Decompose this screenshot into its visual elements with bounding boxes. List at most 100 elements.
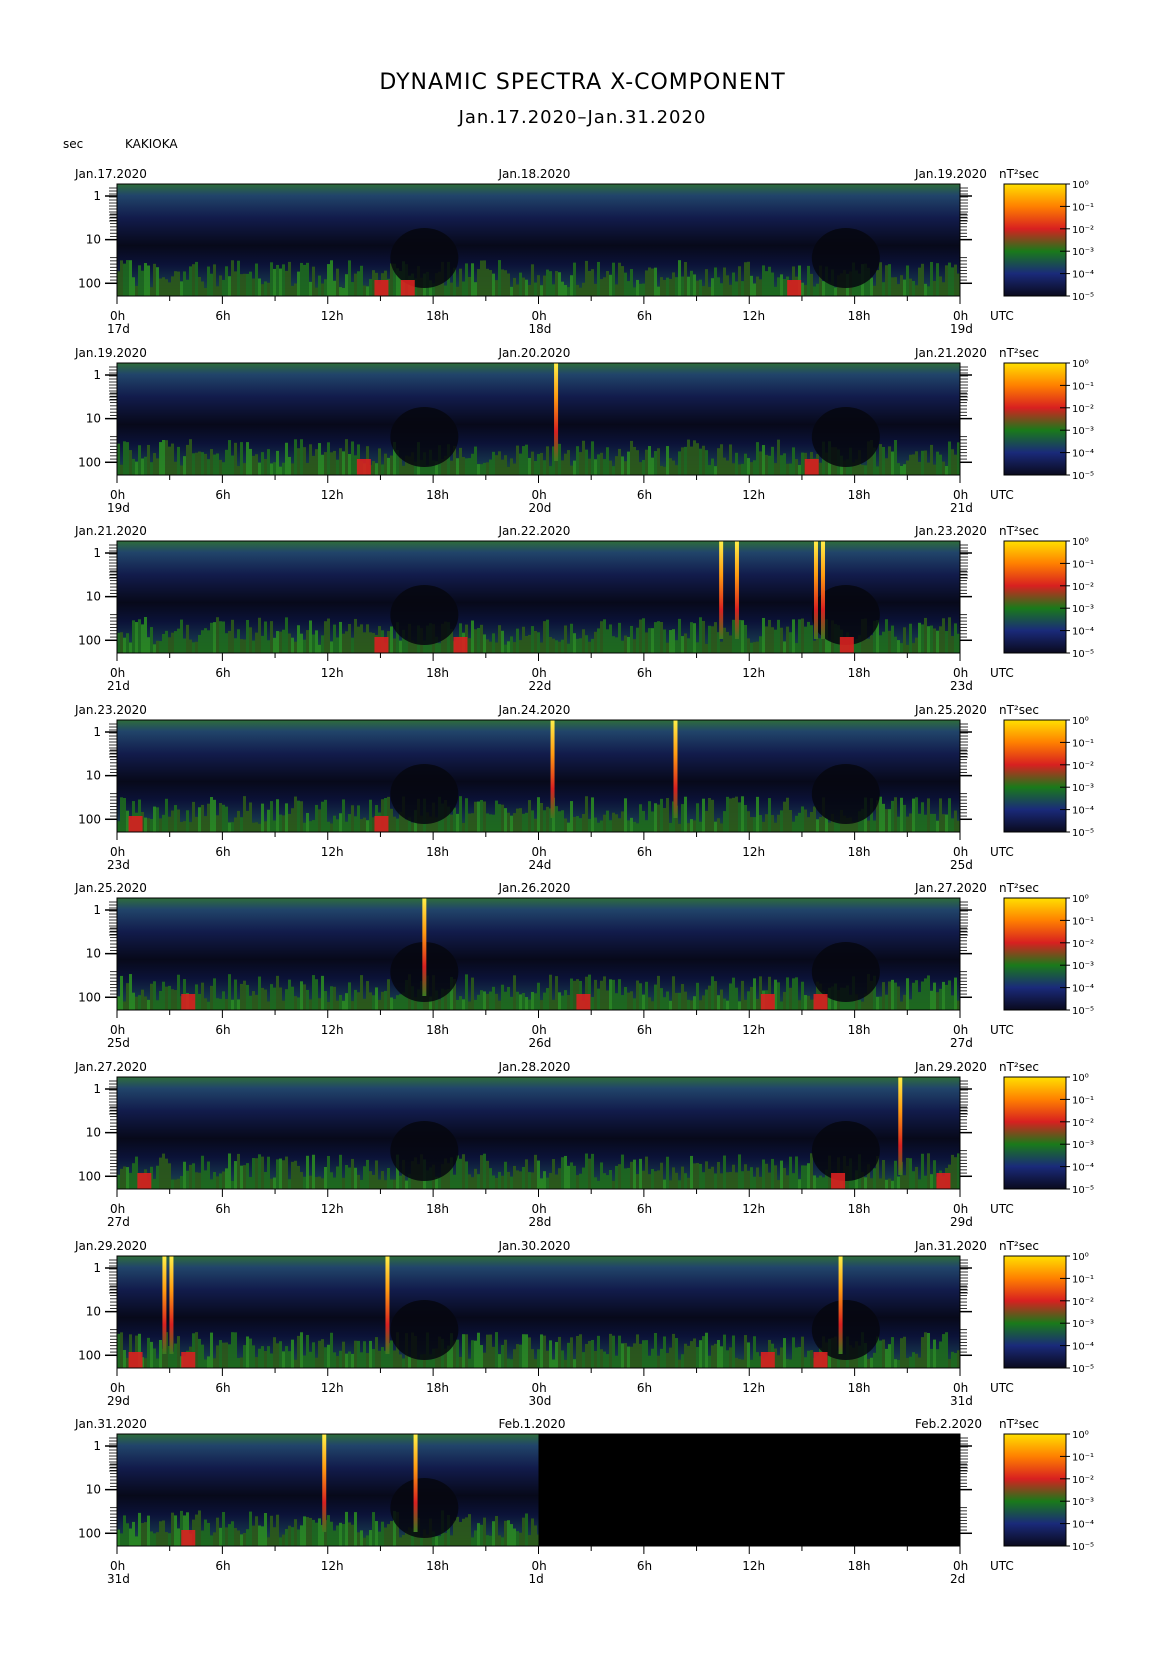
colorbar-tick-label: 10⁻⁴ [1072,627,1094,638]
panel-date-right: Jan.27.2020 [914,881,987,895]
panel-date-right: Jan.19.2020 [914,167,987,181]
x-tick-label: 0h [532,1202,547,1216]
red-burst [839,637,854,653]
red-burst [831,1173,846,1189]
x-tick-label: 18h [848,1559,871,1573]
x-tick-label: 12h [742,666,765,680]
colorbar-tick-label: 10⁻⁵ [1072,1364,1094,1375]
y-tick-label: 1 [93,368,101,382]
panel-date-mid: Jan.30.2020 [498,1239,571,1253]
day-label: 21d [950,501,973,515]
colorbar-tick-label: 10⁻⁵ [1072,649,1094,660]
x-tick-label: 18h [848,666,871,680]
colorbar-tick-label: 10⁰ [1072,180,1089,191]
red-burst [374,816,389,832]
panel-date-right: Jan.23.2020 [914,524,987,538]
colorbar-tick-label: 10⁰ [1072,1252,1089,1263]
day-label: 17d [107,322,130,336]
x-axis: 0h 6h 12h 18h 0h 6h 12h 18h 0h UTC 21d 22d 23d [107,653,1014,693]
x-tick-label: 0h [532,488,547,502]
x-tick-label: 18h [426,845,449,859]
y-tick-label: 10 [86,233,101,247]
day-label: 30d [529,1394,552,1408]
x-tick-label: 0h [953,1023,968,1037]
spike-event [322,1434,327,1532]
x-tick-label: 0h [532,666,547,680]
colorbar-tick-label: 10⁻³ [1072,961,1094,972]
x-tick-label: 6h [215,1381,230,1395]
y-tick-label: 10 [86,590,101,604]
spike-event [422,898,427,996]
spike-event [821,541,826,639]
x-tick-label: 12h [321,488,344,502]
red-burst [181,1530,196,1546]
x-tick-label: 6h [215,309,230,323]
colorbar-tick-label: 10⁻³ [1072,1319,1094,1330]
x-axis: 0h 6h 12h 18h 0h 6h 12h 18h 0h UTC 23d 24d 25d [107,832,1014,872]
x-unit-label: UTC [990,488,1014,502]
day-label: 19d [107,501,130,515]
y-tick-label: 10 [86,412,101,426]
colorbar-tick-label: 10⁻¹ [1072,1452,1094,1463]
colorbar-tick-label: 10⁰ [1072,1073,1089,1084]
day-label: 23d [950,679,973,693]
x-tick-label: 12h [742,1023,765,1037]
day-label: 25d [107,1036,130,1050]
panel-date-left: Jan.31.2020 [74,1417,147,1431]
x-tick-label: 6h [637,1559,652,1573]
x-tick-label: 0h [110,309,125,323]
panel-date-right: Jan.31.2020 [914,1239,987,1253]
x-tick-label: 6h [215,666,230,680]
x-tick-label: 6h [637,666,652,680]
quiet-region [811,407,880,467]
colorbar-tick-label: 10⁻¹ [1072,381,1094,392]
y-tick-label: 100 [78,1348,101,1362]
x-tick-label: 6h [215,1023,230,1037]
x-tick-label: 0h [110,1202,125,1216]
y-tick-label: 1 [93,546,101,560]
x-tick-label: 6h [215,1202,230,1216]
colorbar-tick-label: 10⁻⁴ [1072,1520,1094,1531]
colorbar-tick-label: 10⁻² [1072,1118,1094,1129]
panel-date-mid: Jan.22.2020 [498,524,571,538]
red-burst [760,994,775,1010]
quiet-region [390,1300,459,1360]
x-axis: 0h 6h 12h 18h 0h 6h 12h 18h 0h UTC 27d 28d 29d [107,1189,1014,1229]
x-tick-label: 12h [742,309,765,323]
day-label: 2d [950,1572,965,1586]
x-tick-label: 18h [848,1023,871,1037]
panel-date-left: Jan.27.2020 [74,1060,147,1074]
day-label: 22d [529,679,552,693]
spike-event [554,363,559,461]
red-burst [181,994,196,1010]
quiet-region [811,942,880,1002]
x-tick-label: 6h [637,1023,652,1037]
day-label: 31d [107,1572,130,1586]
panel-date-left: Jan.29.2020 [74,1239,147,1253]
colorbar-tick-label: 10⁻⁴ [1072,449,1094,460]
red-burst [787,280,802,296]
x-axis: 0h 6h 12h 18h 0h 6h 12h 18h 0h UTC 29d 30d 31d [107,1368,1014,1408]
y-tick-label: 100 [78,990,101,1004]
colorbar [1003,1433,1067,1547]
colorbar-tick-label: 10⁻⁴ [1072,270,1094,281]
day-label: 23d [107,858,130,872]
x-tick-label: 18h [848,845,871,859]
dynamic-spectra-page: DYNAMIC SPECTRA X-COMPONENT Jan.17.2020–… [0,0,1165,1679]
x-tick-label: 18h [426,1202,449,1216]
colorbar-tick-label: 10⁻¹ [1072,559,1094,570]
day-label: 27d [107,1215,130,1229]
x-tick-label: 12h [321,1202,344,1216]
x-tick-label: 0h [532,1559,547,1573]
x-unit-label: UTC [990,1202,1014,1216]
colorbar-tick-label: 10⁻² [1072,404,1094,415]
x-axis: 0h 6h 12h 18h 0h 6h 12h 18h 0h UTC 17d 18d 19d [107,296,1014,336]
x-tick-label: 18h [848,309,871,323]
colorbar-tick-label: 10⁻³ [1072,426,1094,437]
red-burst [128,1352,143,1368]
colorbar-tick-label: 10⁰ [1072,359,1089,370]
colorbar-tick-label: 10⁻³ [1072,247,1094,258]
quiet-region [390,585,459,645]
quiet-region [811,228,880,288]
colorbar-unit-label: nT²sec [999,1239,1039,1253]
